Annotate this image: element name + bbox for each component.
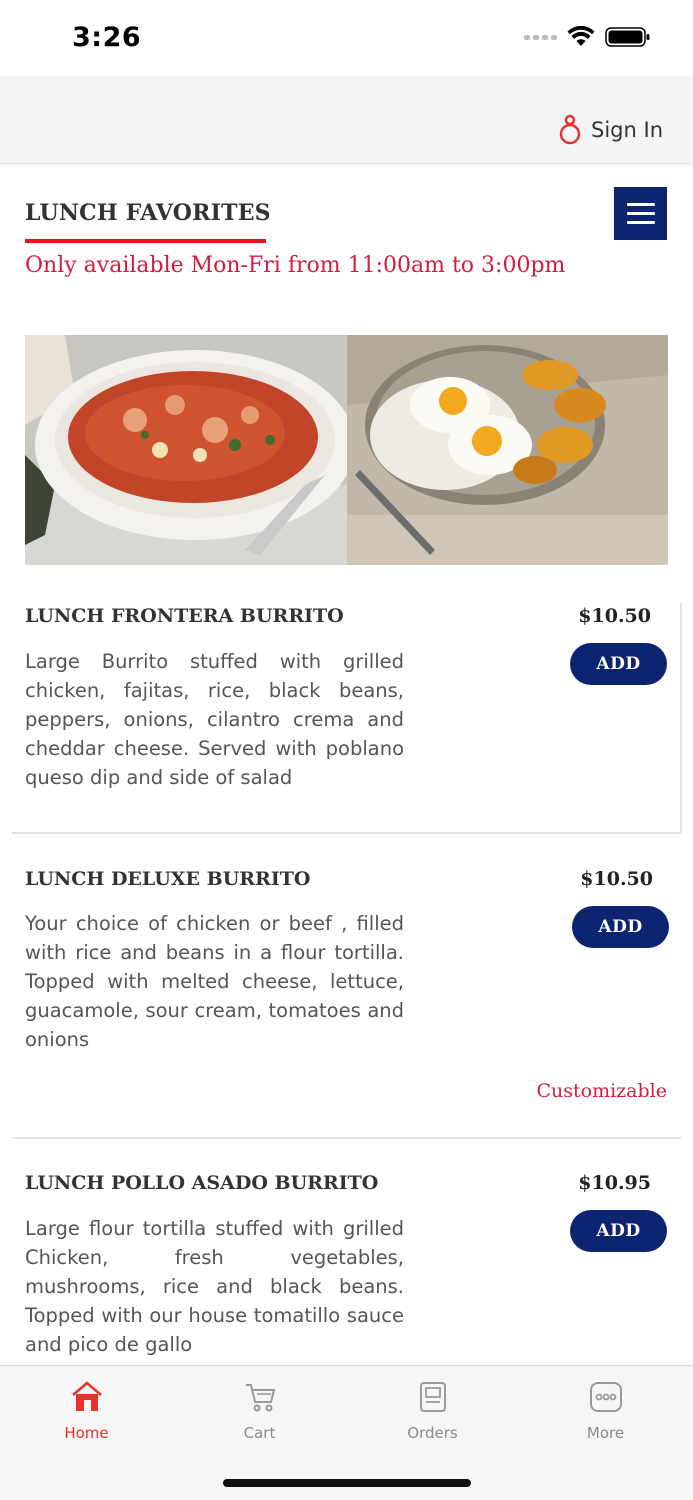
tab-home[interactable]: Home — [0, 1366, 173, 1456]
tab-label: Orders — [407, 1424, 458, 1442]
item-description: Your choice of chicken or beef , filled … — [25, 912, 404, 1051]
item-price: $10.95 — [578, 1172, 651, 1194]
battery-icon — [605, 27, 650, 47]
lunch-banner-image — [25, 335, 668, 565]
tab-more[interactable]: More — [519, 1366, 692, 1456]
divider — [12, 832, 681, 834]
divider — [12, 1137, 681, 1139]
status-icons — [524, 26, 651, 48]
item-name: LUNCH FRONTERA BURRITO — [25, 605, 344, 627]
more-icon — [589, 1382, 622, 1412]
status-bar: 3:26 — [0, 0, 693, 76]
user-icon — [559, 114, 581, 145]
cart-icon — [245, 1384, 275, 1412]
item-description: Large flour tortilla stuffed with grille… — [25, 1217, 404, 1356]
card-border — [680, 603, 682, 833]
wifi-icon — [567, 26, 595, 46]
tab-label: Home — [64, 1424, 109, 1442]
item-name: LUNCH DELUXE BURRITO — [25, 868, 311, 890]
title-underline — [25, 239, 266, 243]
item-price: $10.50 — [578, 605, 651, 627]
item-description: Large Burrito stuffed with grilled chick… — [25, 650, 404, 789]
add-button[interactable]: ADD — [572, 906, 669, 948]
sign-in-label: Sign In — [591, 118, 663, 142]
add-button[interactable]: ADD — [570, 643, 667, 685]
cellular-signal-icon — [524, 34, 557, 40]
availability-notice: Only available Mon-Fri from 11:00am to 3… — [25, 253, 566, 278]
item-price: $10.50 — [580, 868, 653, 890]
customizable-link[interactable]: Customizable — [536, 1080, 667, 1102]
orders-icon — [419, 1382, 446, 1412]
hamburger-icon — [626, 203, 655, 206]
tab-label: More — [586, 1424, 625, 1442]
add-button[interactable]: ADD — [570, 1210, 667, 1252]
app-header: Sign In — [0, 76, 693, 164]
home-indicator — [223, 1479, 471, 1487]
section-title: LUNCH FAVORITES — [25, 200, 271, 226]
item-name: LUNCH POLLO ASADO BURRITO — [25, 1172, 379, 1194]
status-time: 3:26 — [72, 22, 142, 53]
tab-cart[interactable]: Cart — [173, 1366, 346, 1456]
tab-label: Cart — [243, 1424, 276, 1442]
menu-button[interactable] — [614, 187, 667, 240]
sign-in-button[interactable]: Sign In — [559, 114, 663, 146]
home-icon — [71, 1381, 102, 1411]
tab-orders[interactable]: Orders — [346, 1366, 519, 1456]
